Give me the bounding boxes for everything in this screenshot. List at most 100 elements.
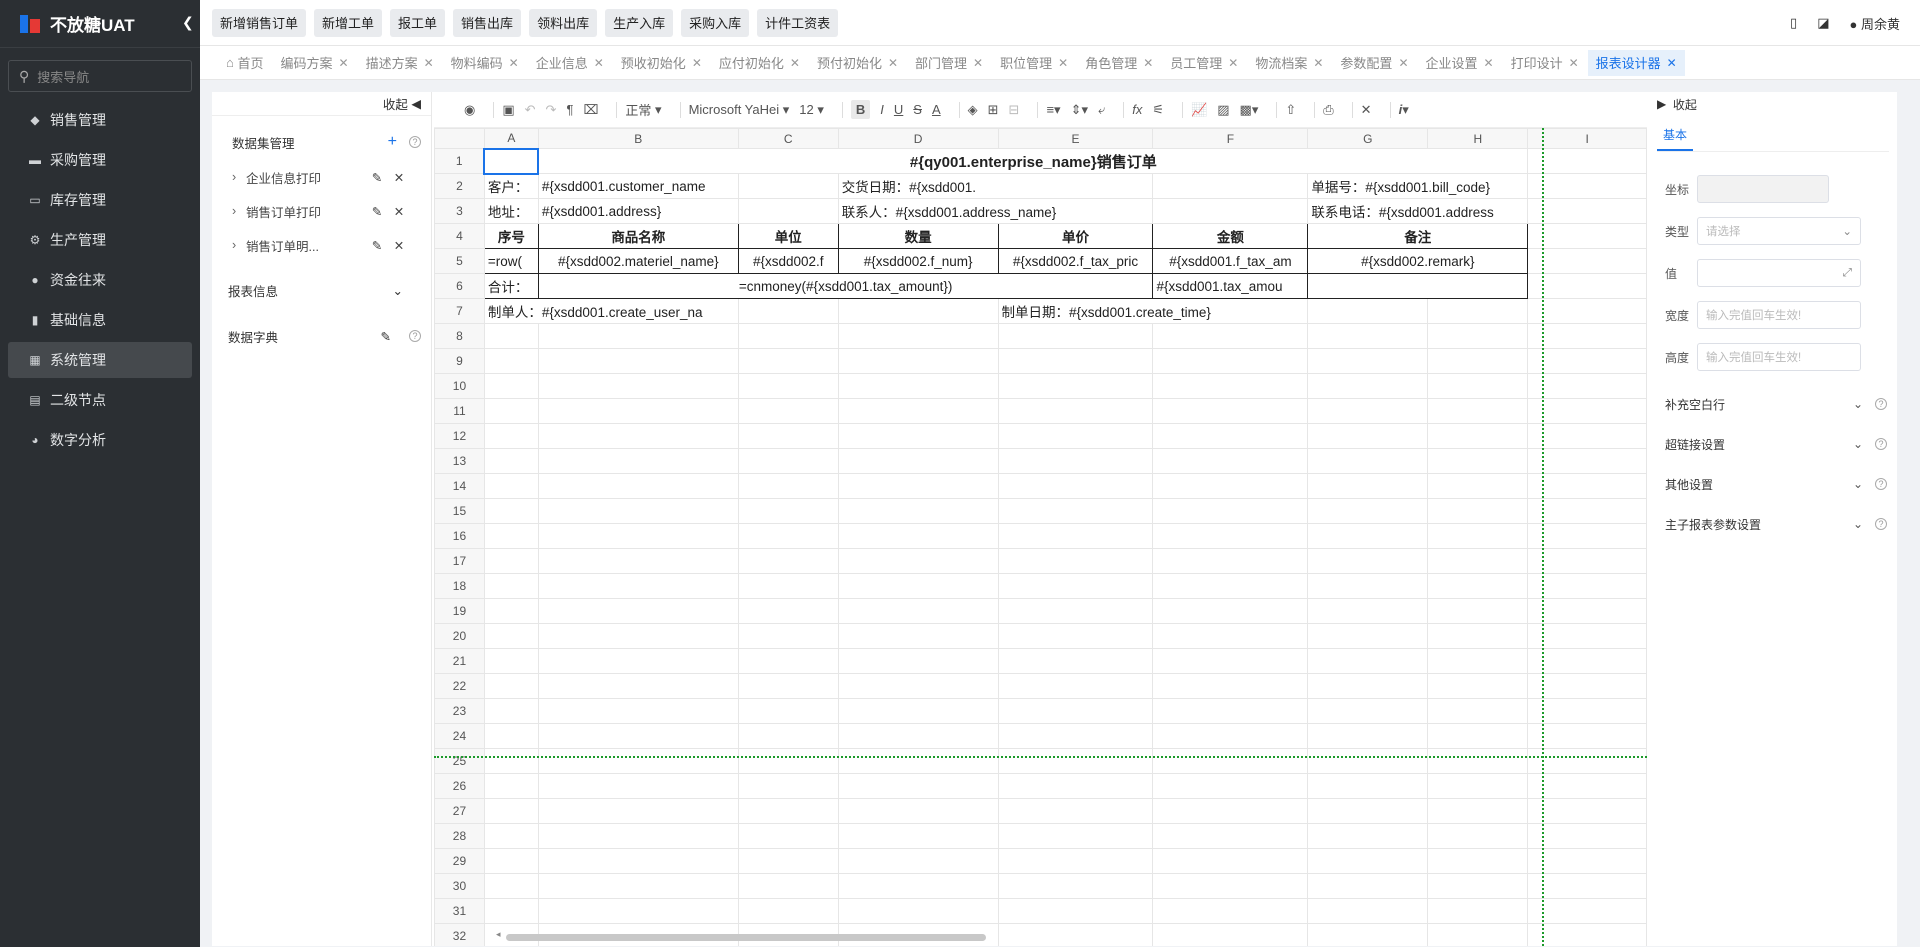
height-input[interactable]: 输入完值回车生效!	[1697, 343, 1861, 371]
font-color-icon[interactable]: A	[932, 102, 941, 117]
sheet-cell[interactable]	[483, 698, 539, 724]
sheet-cell[interactable]	[997, 848, 1154, 874]
sheet-cell[interactable]	[1307, 448, 1429, 474]
sheet-cell[interactable]	[997, 598, 1154, 624]
sheet-cell[interactable]	[1527, 848, 1647, 874]
sheet-cell[interactable]	[483, 348, 539, 374]
sidebar-item-analytics[interactable]: ◕ 数字分析	[8, 422, 192, 458]
sheet-cell[interactable]	[483, 548, 539, 574]
sheet-cell[interactable]	[1307, 473, 1429, 499]
sheet-cell[interactable]	[737, 423, 839, 449]
sheet-cell[interactable]	[737, 623, 839, 649]
sheet-cell[interactable]	[837, 773, 999, 799]
font-select[interactable]: Microsoft YaHei ▾	[689, 102, 790, 118]
sheet-cell[interactable]: 联系电话：#{xsdd001.address	[1307, 198, 1529, 224]
sheet-cell[interactable]	[837, 548, 999, 574]
help-icon[interactable]: ?	[1875, 518, 1887, 530]
clear-format-icon[interactable]: ⌧	[583, 102, 598, 118]
sheet-cell[interactable]	[1527, 298, 1647, 324]
row-header[interactable]: 22	[434, 673, 485, 699]
image-icon[interactable]: ▨	[1217, 102, 1229, 118]
sheet-cell[interactable]	[537, 523, 739, 549]
help-icon[interactable]: ?	[1875, 438, 1887, 450]
sheet-cell[interactable]	[1152, 573, 1309, 599]
sheet-cell[interactable]	[737, 173, 839, 199]
sheet-cell[interactable]	[1307, 373, 1429, 399]
print-icon[interactable]: ⎙	[1323, 102, 1333, 118]
selected-cell[interactable]	[483, 147, 540, 175]
redo-icon[interactable]: ↷	[546, 102, 557, 118]
sheet-cell[interactable]	[537, 323, 739, 349]
sheet-cell[interactable]	[1152, 773, 1309, 799]
sheet-cell[interactable]	[537, 598, 739, 624]
undo-icon[interactable]: ↶	[525, 102, 536, 118]
sheet-cell[interactable]	[537, 748, 739, 774]
row-header[interactable]: 23	[434, 698, 485, 724]
row-header[interactable]: 9	[434, 348, 485, 374]
piece-wage-button[interactable]: 计件工资表	[757, 8, 839, 37]
report-info-section[interactable]: 报表信息 ⌄	[212, 272, 431, 308]
formula-icon[interactable]: ⚟	[1152, 102, 1164, 118]
row-header[interactable]: 8	[434, 323, 485, 349]
sheet-cell[interactable]	[997, 898, 1154, 924]
sheet-cell[interactable]	[737, 673, 839, 699]
sheet-cell[interactable]: 商品名称	[537, 223, 739, 249]
sheet-cell[interactable]	[1527, 273, 1647, 299]
sheet-cell[interactable]	[737, 498, 839, 524]
sheet-cell[interactable]: 交货日期：#{xsdd001.	[837, 173, 1154, 199]
sheet-cell[interactable]	[1152, 898, 1309, 924]
column-header[interactable]: B	[537, 128, 739, 149]
sheet-cell[interactable]	[1152, 798, 1309, 824]
sidebar-item-sales[interactable]: ◆ 销售管理	[8, 102, 192, 138]
sheet-cell[interactable]: =cnmoney(#{xsdd001.tax_amount})	[537, 273, 1154, 299]
sheet-cell[interactable]	[737, 598, 839, 624]
sheet-cell[interactable]	[737, 698, 839, 724]
tab-payable-init[interactable]: 应付初始化 ✕	[711, 50, 808, 76]
sheet-cell[interactable]	[1527, 173, 1647, 199]
new-work-order-button[interactable]: 新增工单	[314, 8, 383, 37]
info-icon[interactable]: i▾	[1399, 102, 1409, 118]
sheet-cell[interactable]	[1307, 573, 1429, 599]
sheet-cell[interactable]	[837, 873, 999, 899]
sheet-cell[interactable]	[1307, 673, 1429, 699]
tab-material-code[interactable]: 物料编码 ✕	[443, 50, 527, 76]
sheet-cell[interactable]	[1527, 873, 1647, 899]
dataset-item[interactable]: › 企业信息打印 ✎ ✕	[212, 160, 431, 194]
edit-icon[interactable]: ✎	[381, 329, 391, 344]
sheet-cell[interactable]	[483, 648, 539, 674]
sheet-cell[interactable]	[1427, 548, 1529, 574]
close-icon[interactable]: ✕	[594, 56, 604, 70]
dataset-item[interactable]: › 销售订单打印 ✎ ✕	[212, 194, 431, 228]
sheet-cell[interactable]	[1307, 773, 1429, 799]
sheet-cell[interactable]	[483, 498, 539, 524]
sheet-cell[interactable]	[737, 773, 839, 799]
sheet-cell[interactable]	[1527, 548, 1647, 574]
sheet-cell[interactable]	[537, 498, 739, 524]
sheet-cell[interactable]	[997, 398, 1154, 424]
sheet-cell[interactable]	[1307, 323, 1429, 349]
sheet-cell[interactable]	[1307, 298, 1429, 324]
left-panel-collapse[interactable]: 收起 ◀	[212, 92, 431, 116]
master-detail-params-section[interactable]: 主子报表参数设置 ⌄?	[1649, 508, 1897, 540]
sheet-cell[interactable]	[537, 773, 739, 799]
sheet-cell[interactable]	[1527, 448, 1647, 474]
sheet-cell[interactable]	[483, 373, 539, 399]
sheet-cell[interactable]	[483, 598, 539, 624]
sheet-cell[interactable]	[837, 523, 999, 549]
sheet-cell[interactable]	[537, 548, 739, 574]
type-select[interactable]: 请选择 ⌄	[1697, 217, 1861, 245]
sheet-cell[interactable]	[1307, 498, 1429, 524]
sheet-cell[interactable]	[837, 648, 999, 674]
column-header[interactable]: H	[1427, 128, 1529, 149]
sheet-cell[interactable]	[1307, 723, 1429, 749]
row-header[interactable]: 19	[434, 598, 485, 624]
sheet-cell[interactable]	[483, 873, 539, 899]
sheet-cell[interactable]	[537, 623, 739, 649]
row-header[interactable]: 12	[434, 423, 485, 449]
sheet-cell[interactable]	[1152, 748, 1309, 774]
sheet-cell[interactable]	[1307, 923, 1429, 946]
save-icon[interactable]: ▣	[502, 102, 514, 118]
sheet-cell[interactable]	[483, 423, 539, 449]
sheet-cell[interactable]	[1427, 498, 1529, 524]
sheet-cell[interactable]	[483, 798, 539, 824]
